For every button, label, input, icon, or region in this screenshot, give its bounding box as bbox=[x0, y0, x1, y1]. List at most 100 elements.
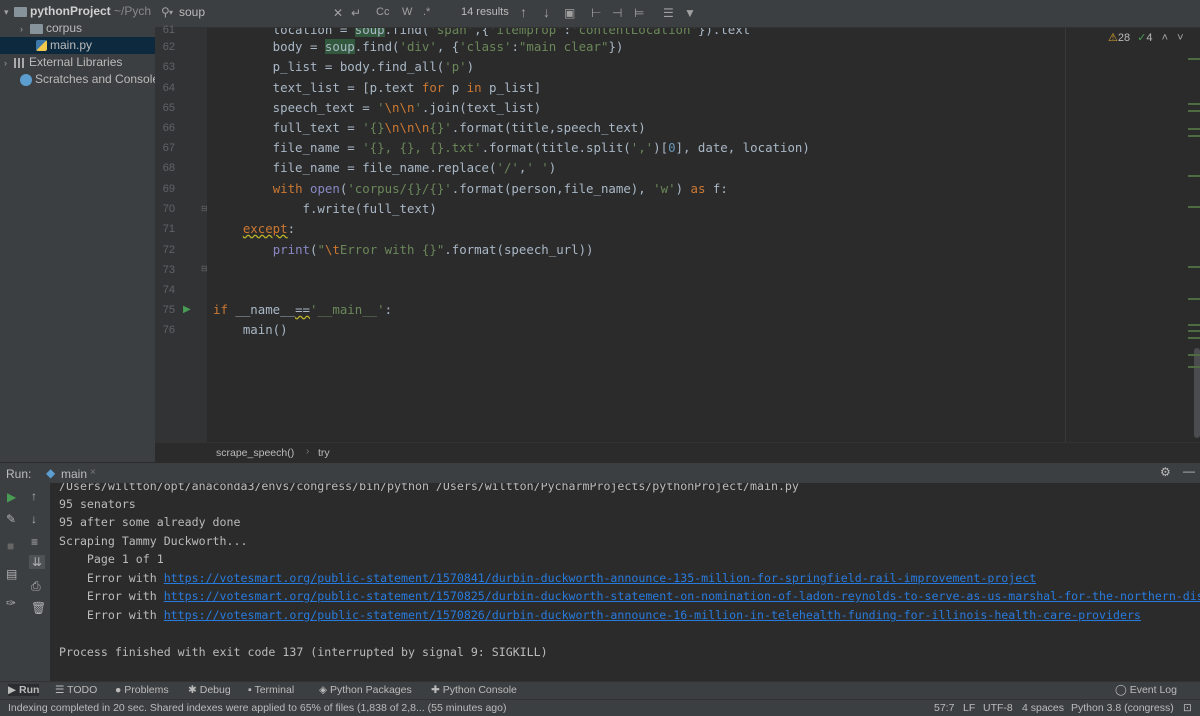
folder-icon bbox=[30, 23, 43, 34]
console-line: 95 senators bbox=[59, 497, 136, 511]
code-line-64: text_list = [p.text for p in p_list] bbox=[213, 80, 542, 95]
error-url-link[interactable]: https://votesmart.org/public-statement/1… bbox=[164, 571, 1037, 585]
search-results-count: 14 results bbox=[461, 6, 509, 18]
bug-icon: ✱ bbox=[188, 684, 197, 696]
match-case-toggle[interactable]: Cc bbox=[376, 6, 389, 18]
soft-wrap-icon[interactable]: ≡ bbox=[31, 535, 38, 549]
rerun-icon[interactable]: ▶ bbox=[7, 490, 16, 504]
tool-tab-python-console[interactable]: ✚ Python Console bbox=[431, 684, 517, 696]
folder-icon bbox=[14, 6, 27, 17]
line-separator[interactable]: LF bbox=[963, 702, 975, 714]
tool-tab-debug[interactable]: ✱ Debug bbox=[188, 684, 231, 696]
chevron-right-icon[interactable]: › bbox=[20, 21, 30, 38]
python-interpreter[interactable]: Python 3.8 (congress) bbox=[1071, 702, 1174, 714]
python-file-icon: ◆ bbox=[46, 466, 56, 480]
code-line-62: body = soup.find('div', {'class':"main c… bbox=[213, 39, 624, 54]
run-gutter-icon[interactable]: ▶ bbox=[183, 304, 191, 315]
add-selection-icon[interactable]: ⊢ bbox=[591, 6, 601, 20]
run-panel-header: Run: ◆ main × ⚙ — bbox=[0, 463, 1200, 483]
tool-tab-python-packages[interactable]: ◈ Python Packages bbox=[319, 684, 412, 696]
wrench-icon[interactable]: ✎ bbox=[6, 512, 16, 526]
tool-tab-todo[interactable]: ☰ TODO bbox=[55, 684, 97, 696]
console-error-line: Error with https://votesmart.org/public-… bbox=[59, 587, 1200, 605]
libraries-icon bbox=[14, 57, 26, 68]
pin-icon[interactable]: ✑ bbox=[6, 596, 16, 610]
tool-window-bar: ▶ Run ☰ TODO ● Problems ✱ Debug ▪ Termin… bbox=[0, 681, 1200, 699]
regex-icon[interactable]: .* bbox=[423, 6, 430, 18]
trash-icon[interactable]: 🗑 bbox=[31, 601, 46, 615]
code-line-72: print("\tError with {}".format(speech_ur… bbox=[272, 242, 594, 257]
marker bbox=[1188, 330, 1200, 332]
problems-icon: ● bbox=[115, 684, 122, 696]
previous-occurrence-icon[interactable]: ↑ bbox=[520, 4, 527, 20]
tool-tab-event-log[interactable]: ◯ Event Log bbox=[1115, 684, 1177, 696]
python-file-icon bbox=[36, 40, 47, 52]
select-all-occurrences-icon[interactable]: ⊨ bbox=[634, 6, 644, 20]
breadcrumb-item-function[interactable]: scrape_speech() bbox=[216, 447, 294, 459]
minimize-icon[interactable]: — bbox=[1183, 464, 1195, 478]
clear-icon[interactable]: ✕ bbox=[333, 6, 343, 20]
remove-selection-icon[interactable]: ⊣ bbox=[612, 6, 622, 20]
console-error-line: Error with https://votesmart.org/public-… bbox=[59, 608, 1141, 622]
breadcrumb: scrape_speech() › try bbox=[155, 442, 1200, 463]
arrow-up-icon[interactable]: ↑ bbox=[31, 489, 37, 503]
chevron-down-icon[interactable]: ▾ bbox=[4, 4, 14, 21]
code-line-70: f.write(full_text) bbox=[213, 201, 437, 216]
editor-scrollbar[interactable] bbox=[1186, 28, 1200, 442]
marker bbox=[1188, 354, 1200, 356]
run-console-output[interactable]: /Users/wiltton/opt/anaconda3/envs/congre… bbox=[50, 483, 1200, 681]
tool-tab-problems[interactable]: ● Problems bbox=[115, 684, 169, 696]
print-icon[interactable]: ⎙ bbox=[31, 579, 41, 594]
code-line-71: except: bbox=[242, 221, 296, 236]
gear-icon[interactable]: ⚙ bbox=[1160, 465, 1171, 479]
chevron-down-icon[interactable]: ˅ bbox=[1177, 32, 1183, 44]
marker bbox=[1188, 206, 1200, 208]
code-editor[interactable]: location = soup.find('span',{'itemprop':… bbox=[207, 28, 1200, 442]
words-toggle[interactable]: W bbox=[402, 6, 412, 18]
code-line-76: main() bbox=[213, 322, 288, 337]
list-icon: ☰ bbox=[55, 684, 65, 696]
next-occurrence-icon[interactable]: ↓ bbox=[543, 4, 550, 20]
console-line: Page 1 of 1 bbox=[59, 552, 164, 566]
inspection-widget[interactable]: ⚠28 ✓4 ˄ ˅ bbox=[1108, 31, 1184, 44]
search-input[interactable]: soup bbox=[179, 5, 205, 19]
code-line-66: full_text = '{}\n\n\n{}'.format(title,sp… bbox=[213, 120, 646, 135]
select-all-icon[interactable]: ▣ bbox=[564, 6, 575, 20]
tree-item-external-libraries[interactable]: › External Libraries bbox=[4, 54, 122, 71]
funnel-icon[interactable]: ▼ bbox=[684, 6, 696, 20]
tree-item-scratches[interactable]: Scratches and Console bbox=[20, 71, 155, 88]
tree-item-main-py[interactable]: main.py bbox=[0, 37, 155, 54]
code-line-67: file_name = '{}, {}, {}.txt'.format(titl… bbox=[213, 140, 810, 155]
status-message[interactable]: Indexing completed in 20 sec. Shared ind… bbox=[8, 702, 506, 714]
event-log-icon: ◯ bbox=[1115, 684, 1127, 696]
indent-setting[interactable]: 4 spaces bbox=[1022, 702, 1064, 714]
scroll-to-end-icon[interactable]: ⇊ bbox=[29, 555, 46, 569]
tool-tab-terminal[interactable]: ▪ Terminal bbox=[248, 684, 294, 696]
project-root[interactable]: ▾ pythonProject ~/Pych bbox=[4, 3, 151, 20]
close-icon[interactable]: × bbox=[90, 467, 96, 478]
chevron-right-icon[interactable]: › bbox=[4, 55, 14, 72]
breadcrumb-item-try[interactable]: try bbox=[318, 447, 330, 459]
arrow-down-icon[interactable]: ↓ bbox=[31, 512, 37, 526]
marker bbox=[1188, 175, 1200, 177]
tree-item-corpus[interactable]: › corpus bbox=[20, 20, 82, 37]
right-margin-guide bbox=[1065, 28, 1066, 442]
lock-icon[interactable]: ⊡ bbox=[1183, 702, 1192, 714]
filter-options-icon[interactable]: ☰ bbox=[663, 6, 674, 20]
error-url-link[interactable]: https://votesmart.org/public-statement/1… bbox=[164, 589, 1200, 603]
error-url-link[interactable]: https://votesmart.org/public-statement/1… bbox=[164, 608, 1141, 622]
tool-tab-run[interactable]: ▶ Run bbox=[8, 684, 40, 696]
chevron-up-icon[interactable]: ˄ bbox=[1162, 32, 1168, 44]
file-encoding[interactable]: UTF-8 bbox=[983, 702, 1013, 714]
run-tab-main[interactable]: main bbox=[61, 467, 87, 481]
code-line-69: with open('corpus/{}/{}'.format(person,f… bbox=[272, 181, 728, 196]
stop-icon[interactable]: ■ bbox=[7, 539, 14, 553]
chevron-down-icon[interactable]: ▾ bbox=[169, 8, 173, 17]
marker bbox=[1188, 337, 1200, 339]
scrollbar-thumb[interactable] bbox=[1194, 348, 1200, 438]
caret-position[interactable]: 57:7 bbox=[934, 702, 954, 714]
layout-icon[interactable]: ▤ bbox=[6, 567, 17, 581]
run-icon: ▶ bbox=[8, 684, 17, 696]
new-line-icon[interactable]: ↵ bbox=[351, 6, 361, 20]
project-tree-pane: ▾ pythonProject ~/Pych › corpus main.py › E… bbox=[0, 0, 155, 462]
